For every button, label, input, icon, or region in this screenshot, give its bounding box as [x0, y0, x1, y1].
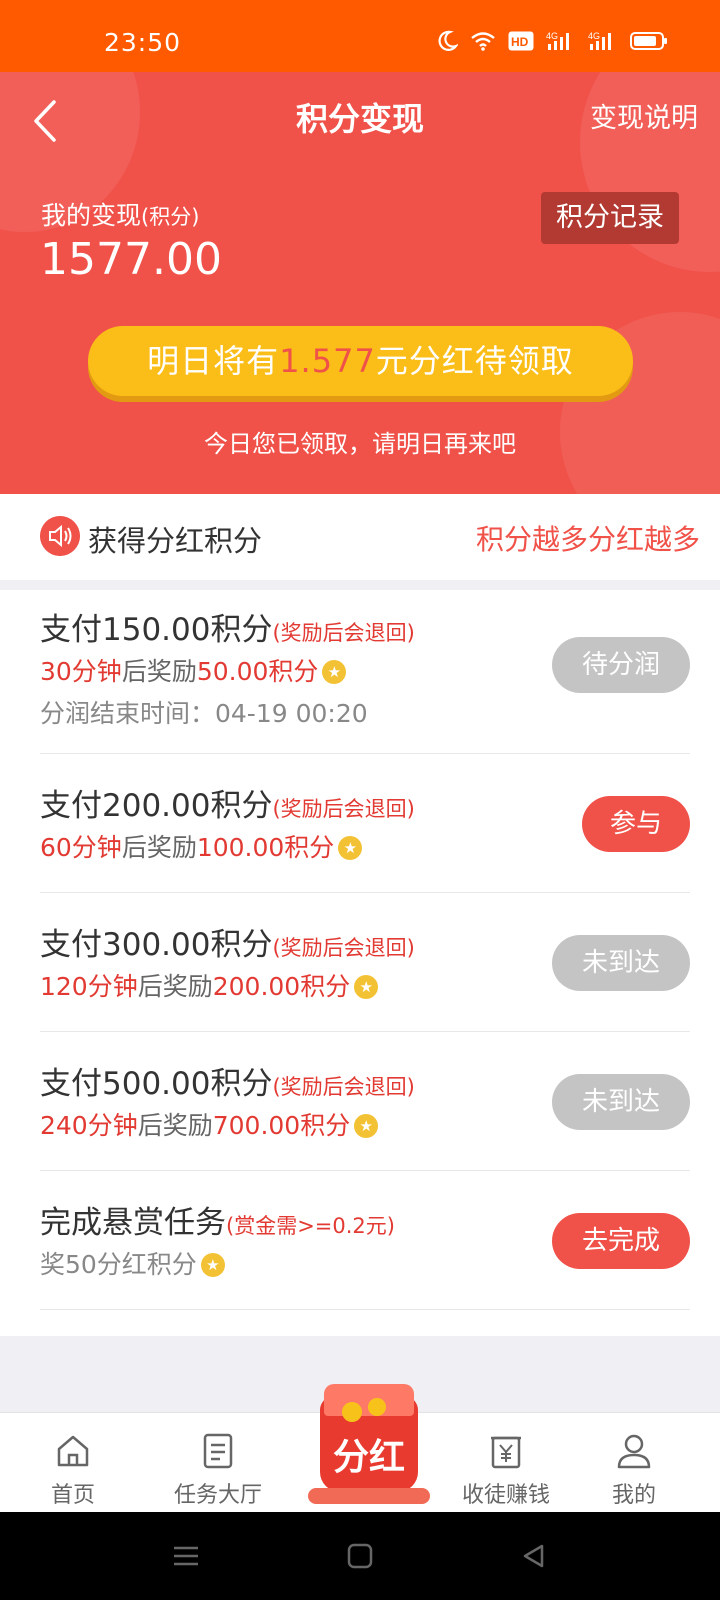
task-reward-mid: 后奖励 [121, 657, 197, 686]
list-item: 完成悬赏任务(赏金需>=0.2元) 奖50分红积分 ★ 去完成 [40, 1171, 690, 1310]
moon-icon [438, 30, 458, 51]
task-list: 支付150.00积分(奖励后会退回) 30分钟后奖励50.00积分 ★ 分润结束时… [0, 590, 720, 1336]
star-coin-icon: ★ [354, 975, 379, 999]
tab-label: 首页 [50, 1483, 95, 1508]
go-complete-button[interactable]: 去完成 [552, 1213, 690, 1269]
task-title-text: 支付200.00积分 [40, 788, 273, 824]
tab-label: 任务大厅 [173, 1483, 262, 1508]
task-reward-mid: 后奖励 [137, 972, 213, 1001]
svg-text:HD: HD [511, 35, 529, 49]
task-reward-amount: 700.00积分 [212, 1111, 351, 1140]
list-item: 支付200.00积分(奖励后会退回) 60分钟后奖励100.00积分 ★ 参与 [40, 754, 690, 893]
signal-4g-icon: 4G [546, 31, 569, 50]
explain-link[interactable]: 变现说明 [590, 96, 698, 135]
system-navigation-bar [0, 1512, 720, 1600]
task-reward-mid: 后奖励 [121, 833, 197, 862]
banner-amount: 1.577 [279, 342, 376, 380]
task-reward: 120分钟后奖励200.00积分 ★ [40, 967, 379, 1003]
svg-text:4G: 4G [588, 31, 600, 41]
points-record-button[interactable]: 积分记录 [541, 192, 679, 244]
my-cashout-label-text: 我的变现 [41, 201, 142, 230]
points-amount: 1577.00 [40, 234, 222, 285]
dividend-tab-label: 分红 [332, 1437, 405, 1478]
task-reward-amount: 100.00积分 [196, 833, 335, 862]
points-header: 积分变现 变现说明 我的变现(积分) 1577.00 积分记录 明日将有1.57… [0, 72, 720, 494]
not-reached-button[interactable]: 未到达 [552, 935, 690, 991]
task-title: 支付300.00积分(奖励后会退回) [40, 919, 415, 964]
tab-label: 我的 [611, 1483, 656, 1508]
task-title-text: 支付150.00积分 [40, 612, 273, 648]
task-note: (奖励后会退回) [272, 1075, 415, 1099]
tab-mine[interactable]: 我的 [564, 1413, 704, 1513]
tab-dividend[interactable]: 分红 [308, 1384, 430, 1508]
gold-coin-icon [368, 1398, 386, 1416]
document-icon [203, 1433, 233, 1469]
task-reward: 30分钟后奖励50.00积分 ★ [40, 652, 347, 688]
task-title: 完成悬赏任务(赏金需>=0.2元) [40, 1197, 395, 1242]
task-reward: 240分钟后奖励700.00积分 ★ [40, 1106, 379, 1142]
gold-coin-icon [342, 1402, 362, 1422]
task-duration: 30分钟 [40, 657, 122, 686]
task-duration: 60分钟 [40, 833, 122, 862]
dividend-banner[interactable]: 明日将有1.577元分红待领取 [88, 326, 633, 396]
pending-share-button[interactable]: 待分润 [552, 637, 690, 693]
tab-task-hall[interactable]: 任务大厅 [148, 1413, 288, 1513]
star-coin-icon: ★ [354, 1114, 379, 1138]
tab-recruit-earn[interactable]: 收徒赚钱 [436, 1413, 576, 1513]
status-time: 23:50 [104, 28, 182, 57]
banner-suffix: 元分红待领取 [375, 342, 574, 380]
svg-text:4G: 4G [546, 31, 558, 41]
join-button[interactable]: 参与 [582, 796, 690, 852]
star-coin-icon: ★ [338, 836, 363, 860]
today-claimed-note: 今日您已领取，请明日再来吧 [204, 430, 516, 458]
task-desc: 奖50分红积分 [40, 1250, 197, 1279]
task-reward: 60分钟后奖励100.00积分 ★ [40, 828, 363, 864]
task-title: 支付500.00积分(奖励后会退回) [40, 1058, 415, 1103]
star-coin-icon: ★ [322, 660, 347, 684]
home-button-icon[interactable] [346, 1542, 374, 1570]
user-icon [617, 1434, 651, 1469]
wallet-yuan-icon [491, 1436, 521, 1469]
list-item: 支付500.00积分(奖励后会退回) 240分钟后奖励700.00积分 ★ 未到达 [40, 1032, 690, 1171]
status-icons: HD 4G 4G [438, 30, 668, 52]
task-note: (奖励后会退回) [272, 621, 415, 645]
hd-icon: HD [508, 31, 534, 51]
task-reward: 奖50分红积分 ★ [40, 1245, 225, 1281]
notice-bar: 获得分红积分 积分越多分红越多 [0, 494, 720, 580]
task-title-text: 支付300.00积分 [40, 927, 273, 963]
task-end-time: 分润结束时间：04-19 00:20 [40, 699, 368, 728]
task-title-text: 支付500.00积分 [40, 1066, 273, 1102]
speaker-icon [40, 516, 80, 556]
banner-prefix: 明日将有 [147, 342, 280, 380]
list-item: 支付300.00积分(奖励后会退回) 120分钟后奖励200.00积分 ★ 未到达 [40, 893, 690, 1032]
notice-slogan: 积分越多分红越多 [475, 523, 700, 556]
task-note: (奖励后会退回) [272, 936, 415, 960]
tab-label: 收徒赚钱 [461, 1483, 550, 1508]
wifi-icon [471, 32, 495, 51]
task-duration: 120分钟 [40, 972, 138, 1001]
status-bar: 23:50 HD 4G 4G [0, 0, 720, 72]
my-cashout-unit: (积分) [141, 205, 200, 229]
task-note: (奖励后会退回) [272, 797, 415, 821]
list-item: 支付150.00积分(奖励后会退回) 30分钟后奖励50.00积分 ★ 分润结束时… [40, 590, 690, 754]
star-coin-icon: ★ [200, 1253, 225, 1277]
task-title: 支付150.00积分(奖励后会退回) [40, 604, 415, 649]
task-note: (赏金需>=0.2元) [226, 1214, 395, 1238]
task-reward-amount: 50.00积分 [196, 657, 319, 686]
task-reward-mid: 后奖励 [137, 1111, 213, 1140]
not-reached-button[interactable]: 未到达 [552, 1074, 690, 1130]
battery-icon [630, 32, 667, 50]
menu-icon[interactable] [172, 1542, 200, 1570]
tab-home[interactable]: 首页 [3, 1413, 143, 1513]
notice-title: 获得分红积分 [88, 524, 263, 558]
back-triangle-icon[interactable] [520, 1542, 548, 1570]
signal-4g-icon: 4G [588, 31, 611, 50]
task-title: 支付200.00积分(奖励后会退回) [40, 780, 415, 825]
home-icon [57, 1435, 89, 1467]
task-duration: 240分钟 [40, 1111, 138, 1140]
task-title-text: 完成悬赏任务 [40, 1205, 226, 1241]
task-reward-amount: 200.00积分 [212, 972, 351, 1001]
dividend-tab-base [308, 1488, 430, 1504]
my-cashout-label: 我的变现(积分) [41, 196, 199, 232]
